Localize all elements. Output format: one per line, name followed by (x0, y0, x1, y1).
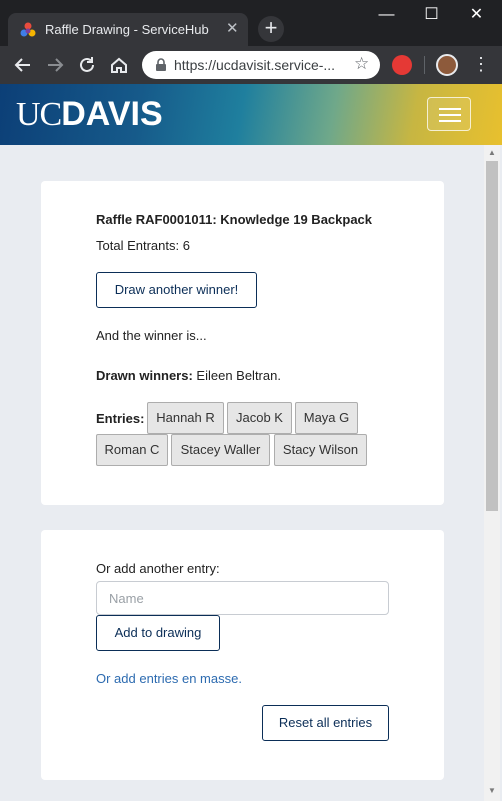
name-input[interactable] (96, 581, 389, 615)
new-tab-button[interactable]: + (258, 16, 284, 42)
browser-titlebar: Raffle Drawing - ServiceHub ✕ + — ☐ ✕ (0, 0, 502, 46)
ucdavis-logo[interactable]: UCDAVIS (16, 95, 163, 134)
maximize-icon[interactable]: ☐ (409, 0, 454, 30)
draw-winner-button[interactable]: Draw another winner! (96, 272, 257, 308)
raffle-title: Raffle RAF0001011: Knowledge 19 Backpack (96, 212, 373, 227)
total-entrants: Total Entrants: 6 (96, 238, 190, 253)
entry-chip[interactable]: Hannah R (147, 402, 224, 434)
tab-title: Raffle Drawing - ServiceHub (45, 22, 209, 37)
add-en-masse-link[interactable]: Or add entries en masse. (96, 671, 242, 686)
drawn-winners-label: Drawn winners: (96, 368, 193, 383)
raffle-card: Raffle RAF0001011: Knowledge 19 Backpack… (41, 181, 444, 505)
add-to-drawing-button[interactable]: Add to drawing (96, 615, 220, 651)
tab-close-icon[interactable]: ✕ (226, 19, 239, 37)
close-window-icon[interactable]: ✕ (454, 0, 499, 30)
drawn-winners-value: Eileen Beltran. (192, 368, 281, 383)
winner-text: And the winner is... (96, 328, 207, 343)
extension-stop-icon[interactable] (392, 55, 412, 75)
browser-toolbar: https://ucdavisit.service-... ☆ ⋮ (0, 46, 502, 84)
scroll-up-icon[interactable]: ▲ (488, 148, 496, 157)
entry-chip[interactable]: Jacob K (227, 402, 292, 434)
home-icon[interactable] (108, 54, 130, 76)
add-entry-card: Or add another entry: Add to drawing Or … (41, 530, 444, 780)
hamburger-menu-icon[interactable] (427, 97, 471, 131)
url-text: https://ucdavisit.service-... (174, 57, 336, 73)
page-scrollbar[interactable]: ▲ ▼ (484, 145, 500, 801)
lock-icon (156, 58, 166, 71)
scrollbar-thumb[interactable] (486, 161, 498, 511)
reload-icon[interactable] (76, 54, 98, 76)
site-header: UCDAVIS (0, 84, 502, 145)
add-entry-label: Or add another entry: (96, 561, 220, 576)
minimize-icon[interactable]: — (364, 0, 409, 30)
address-bar[interactable]: https://ucdavisit.service-... ☆ (142, 51, 380, 79)
reset-entries-button[interactable]: Reset all entries (262, 705, 389, 741)
entries-label: Entries: (96, 411, 145, 426)
entry-chip[interactable]: Roman C (96, 434, 168, 466)
drawn-winners: Drawn winners: Eileen Beltran. (96, 368, 281, 383)
entry-chip[interactable]: Stacey Waller (171, 434, 270, 466)
back-arrow-icon[interactable] (12, 54, 34, 76)
scroll-down-icon[interactable]: ▼ (488, 786, 496, 795)
browser-tab[interactable]: Raffle Drawing - ServiceHub ✕ (8, 13, 248, 46)
bookmark-star-icon[interactable]: ☆ (354, 54, 369, 74)
entry-chip[interactable]: Maya G (295, 402, 358, 434)
toolbar-divider (424, 56, 425, 74)
browser-menu-icon[interactable]: ⋮ (472, 54, 490, 74)
entry-chip[interactable]: Stacy Wilson (274, 434, 367, 466)
servicehub-favicon-icon (20, 22, 36, 37)
profile-avatar[interactable] (436, 54, 458, 76)
forward-arrow-icon[interactable] (44, 54, 66, 76)
